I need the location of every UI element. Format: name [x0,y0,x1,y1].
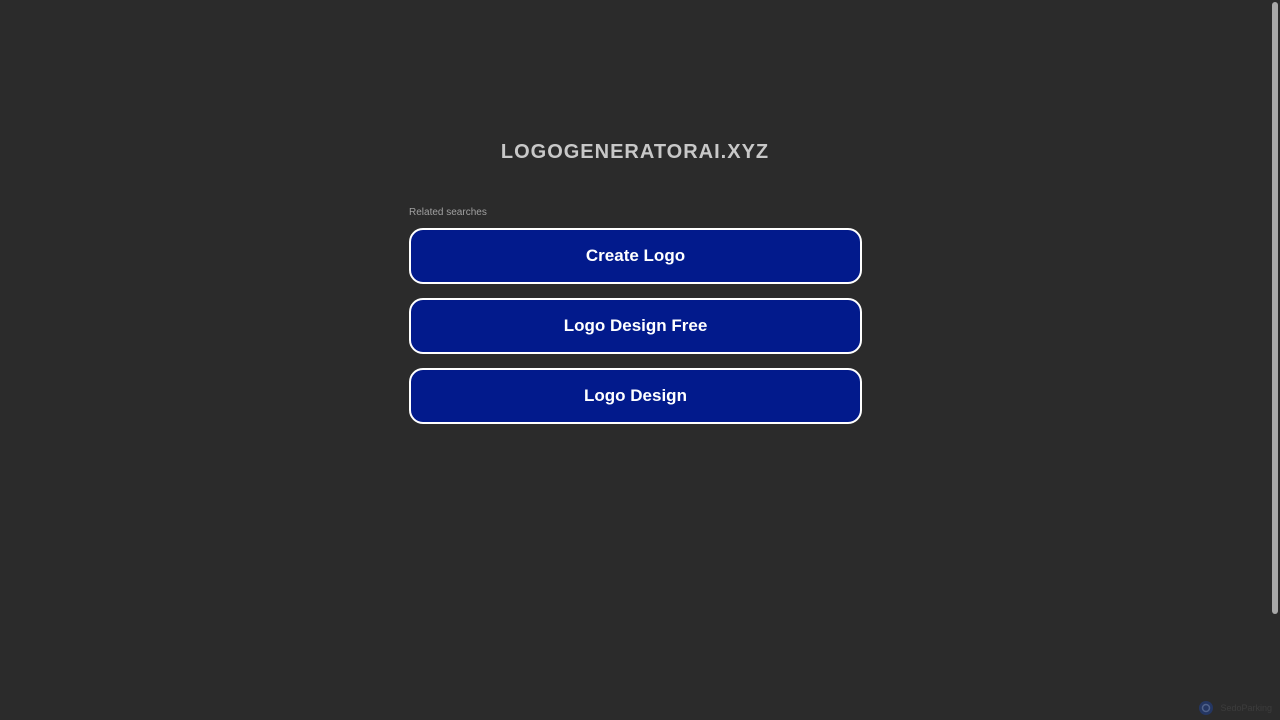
related-searches: Related searches Create Logo Logo Design… [409,207,862,438]
parking-page: LOGOGENERATORAI.XYZ Related searches Cre… [0,0,1270,720]
related-search-logo-design-free[interactable]: Logo Design Free [409,298,862,354]
related-search-create-logo[interactable]: Create Logo [409,228,862,284]
related-searches-label: Related searches [409,207,487,218]
footer-badge[interactable]: SedoParking [1198,700,1272,716]
page-title: LOGOGENERATORAI.XYZ [500,141,770,163]
badge-logo-icon [1199,701,1214,715]
footer-text: SedoParking [1220,703,1272,713]
vertical-scrollbar[interactable] [1270,0,1280,720]
scrollbar-thumb[interactable] [1272,2,1278,614]
related-search-logo-design[interactable]: Logo Design [409,368,862,424]
